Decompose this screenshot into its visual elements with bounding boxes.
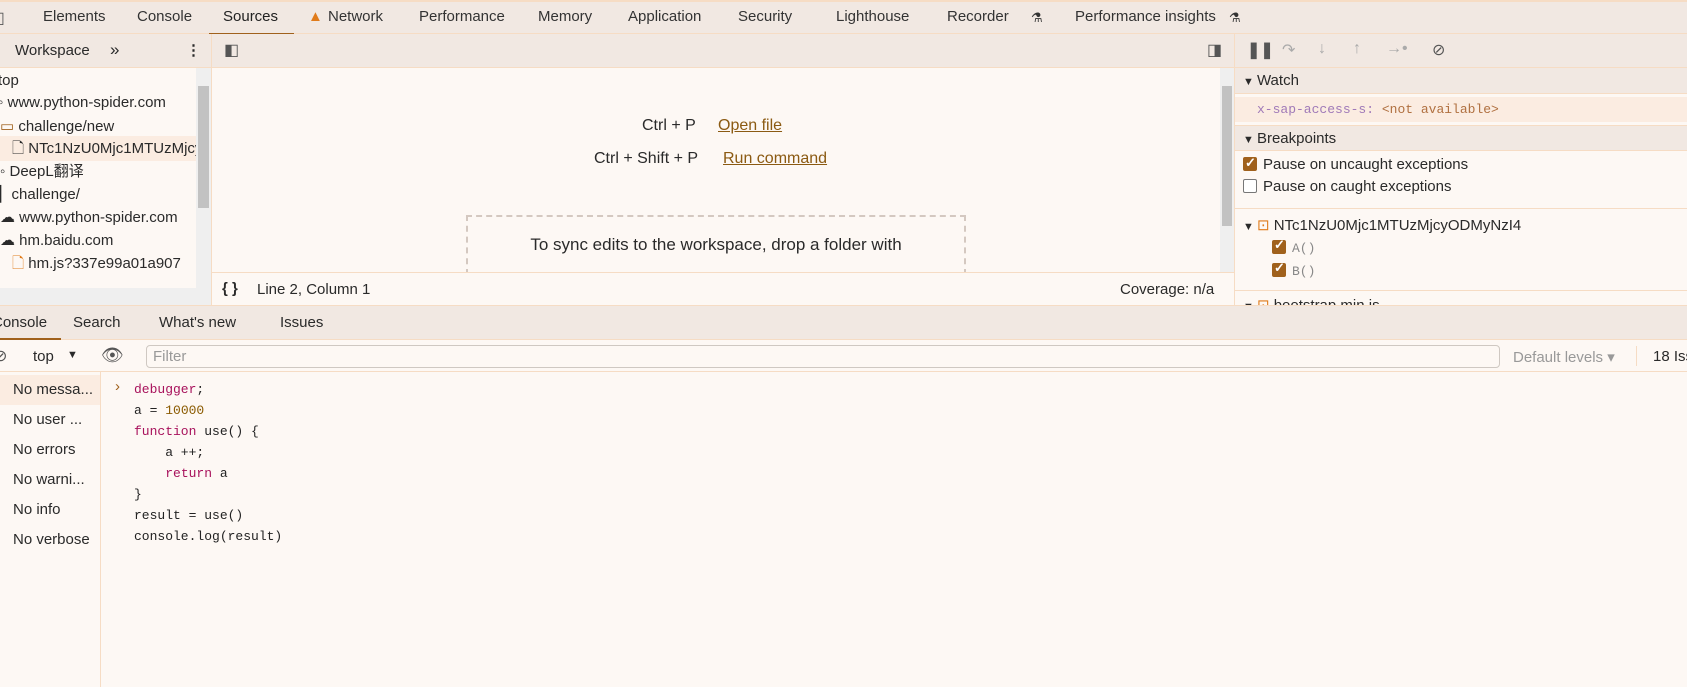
- eye-icon[interactable]: 👁: [101, 345, 124, 366]
- tree-item-selected[interactable]: 🗋 NTc1NzU0Mjc1MTUzMjcyODMyNzI4: [0, 136, 196, 161]
- log-levels-dropdown[interactable]: Default levels ▾: [1513, 348, 1615, 366]
- tab-lighthouse[interactable]: Lighthouse: [836, 8, 909, 25]
- run-command-link[interactable]: Run command: [723, 150, 827, 168]
- drawer-tab-bar: Console Search What's new Issues: [0, 305, 1687, 341]
- tree-item[interactable]: 🗋 hm.js?337e99a01a907: [0, 251, 196, 276]
- coverage-status[interactable]: Coverage: n/a: [1120, 281, 1214, 298]
- navigator-header: Workspace » ⋮: [0, 34, 211, 68]
- breakpoint-file[interactable]: ▼ ⊡ NTc1NzU0Mjc1MTUzMjcyODMyNzI4: [1243, 216, 1521, 234]
- open-file-link[interactable]: Open file: [718, 117, 782, 135]
- shortcut-keys: Ctrl + P: [642, 117, 696, 134]
- drawer-tab-search[interactable]: Search: [73, 314, 121, 331]
- toggle-debugger-icon[interactable]: ◨: [1207, 40, 1222, 60]
- context-selector[interactable]: top: [33, 348, 54, 365]
- step-icon[interactable]: →•: [1386, 40, 1408, 58]
- pause-uncaught-checkbox[interactable]: Pause on uncaught exceptions: [1243, 155, 1468, 173]
- console-filter-info[interactable]: No info: [0, 495, 100, 525]
- more-tabs-icon[interactable]: »: [110, 40, 119, 60]
- drawer-tab-issues[interactable]: Issues: [280, 314, 323, 331]
- script-icon: ⊡: [1256, 217, 1274, 234]
- tab-sources[interactable]: Sources: [223, 8, 278, 25]
- console-filter-messages[interactable]: No messa...: [0, 375, 100, 405]
- console-filter-errors[interactable]: No errors: [0, 435, 100, 465]
- tab-performance-insights[interactable]: Performance insights: [1075, 8, 1216, 25]
- editor-header: ◧ ◨: [211, 34, 1234, 68]
- tab-workspace[interactable]: Workspace: [15, 42, 90, 59]
- script-icon: ⊡: [1257, 297, 1274, 305]
- tab-network[interactable]: Network: [328, 8, 383, 25]
- breakpoint-b[interactable]: B(): [1272, 261, 1315, 279]
- drawer-tab-whats-new[interactable]: What's new: [159, 314, 236, 331]
- navigator-scroll-thumb[interactable]: [198, 86, 209, 208]
- issues-count[interactable]: 18 Issues: [1653, 348, 1687, 365]
- tree-item[interactable]: ☁ hm.baidu.com: [0, 228, 196, 253]
- step-into-icon[interactable]: ↓: [1318, 40, 1326, 58]
- console-filter-user[interactable]: No user ...: [0, 405, 100, 435]
- horizontal-scrollbar[interactable]: [0, 288, 196, 305]
- shortcut-keys: Ctrl + Shift + P: [594, 150, 699, 167]
- tab-elements[interactable]: Elements: [43, 8, 106, 25]
- breakpoints-section-header[interactable]: ▼ Breakpoints: [1235, 125, 1687, 151]
- tab-application[interactable]: Application: [628, 8, 701, 25]
- cloud-icon: ☁: [0, 232, 20, 249]
- drawer-tab-console[interactable]: Console: [0, 314, 47, 331]
- tree-item[interactable]: ◦ www.python-spider.com: [0, 90, 196, 115]
- watch-section-header[interactable]: ▼ Watch: [1235, 68, 1687, 94]
- tab-security[interactable]: Security: [738, 8, 792, 25]
- tab-console[interactable]: Console: [137, 8, 192, 25]
- console-filter-verbose[interactable]: No verbose: [0, 525, 100, 555]
- tab-memory[interactable]: Memory: [538, 8, 592, 25]
- console-filter-warnings[interactable]: No warni...: [0, 465, 100, 495]
- debugger-sidebar: ▼ Watch x-sap-access-s: <not available> …: [1234, 68, 1687, 305]
- breakpoint-file[interactable]: ▼ ⊡ bootstrap.min.js: [1243, 296, 1380, 305]
- folder-icon: ▭: [0, 118, 19, 135]
- status-bar: { } Line 2, Column 1 Coverage: n/a: [211, 272, 1234, 305]
- editor-scroll-thumb[interactable]: [1222, 86, 1232, 226]
- workspace-drop-zone[interactable]: To sync edits to the workspace, drop a f…: [466, 215, 966, 275]
- main-tab-bar: ▯ Elements Console Sources ▲ Network Per…: [0, 0, 1687, 36]
- file-icon: 🗋: [12, 140, 29, 157]
- file-icon: 🗋: [12, 255, 29, 272]
- tree-item[interactable]: ◦ DeepL翻译: [0, 159, 196, 184]
- prompt-chevron-icon: ›: [115, 378, 120, 395]
- filter-input[interactable]: Filter: [146, 345, 1500, 368]
- pretty-print-icon[interactable]: { }: [222, 280, 238, 297]
- tree-item[interactable]: ▏challenge/: [0, 182, 196, 207]
- tree-item[interactable]: ☁ www.python-spider.com: [0, 205, 196, 230]
- console-sidebar: No messa... No user ... No errors No war…: [0, 372, 101, 687]
- watch-expression[interactable]: x-sap-access-s: <not available>: [1235, 97, 1687, 122]
- more-options-icon[interactable]: ⋮: [186, 41, 201, 59]
- device-toggle-icon[interactable]: ▯: [0, 8, 5, 28]
- chevron-down-icon[interactable]: ▼: [67, 349, 78, 361]
- tab-performance[interactable]: Performance: [419, 8, 505, 25]
- tab-recorder[interactable]: Recorder: [947, 8, 1009, 25]
- step-out-icon[interactable]: ↑: [1353, 40, 1361, 58]
- cloud-icon: ☁: [0, 209, 20, 226]
- pause-caught-checkbox[interactable]: Pause on caught exceptions: [1243, 178, 1451, 195]
- deactivate-breakpoints-icon[interactable]: ⊘: [1432, 40, 1445, 60]
- flask-icon: ⚗: [1031, 10, 1043, 25]
- toggle-navigator-icon[interactable]: ◧: [224, 40, 239, 60]
- step-over-icon[interactable]: ↷: [1282, 40, 1295, 60]
- clear-console-icon[interactable]: ⊘: [0, 346, 7, 366]
- pause-icon[interactable]: ❚❚: [1247, 40, 1274, 60]
- flask-icon: ⚗: [1229, 10, 1241, 25]
- breakpoint-a[interactable]: A(): [1272, 238, 1315, 256]
- file-navigator: top ◦ www.python-spider.com ▭ challenge/…: [0, 68, 211, 305]
- cursor-position: Line 2, Column 1: [257, 281, 371, 298]
- warning-icon: ▲: [308, 8, 323, 25]
- debugger-toolbar: ❚❚ ↷ ↓ ↑ →• ⊘: [1234, 34, 1687, 68]
